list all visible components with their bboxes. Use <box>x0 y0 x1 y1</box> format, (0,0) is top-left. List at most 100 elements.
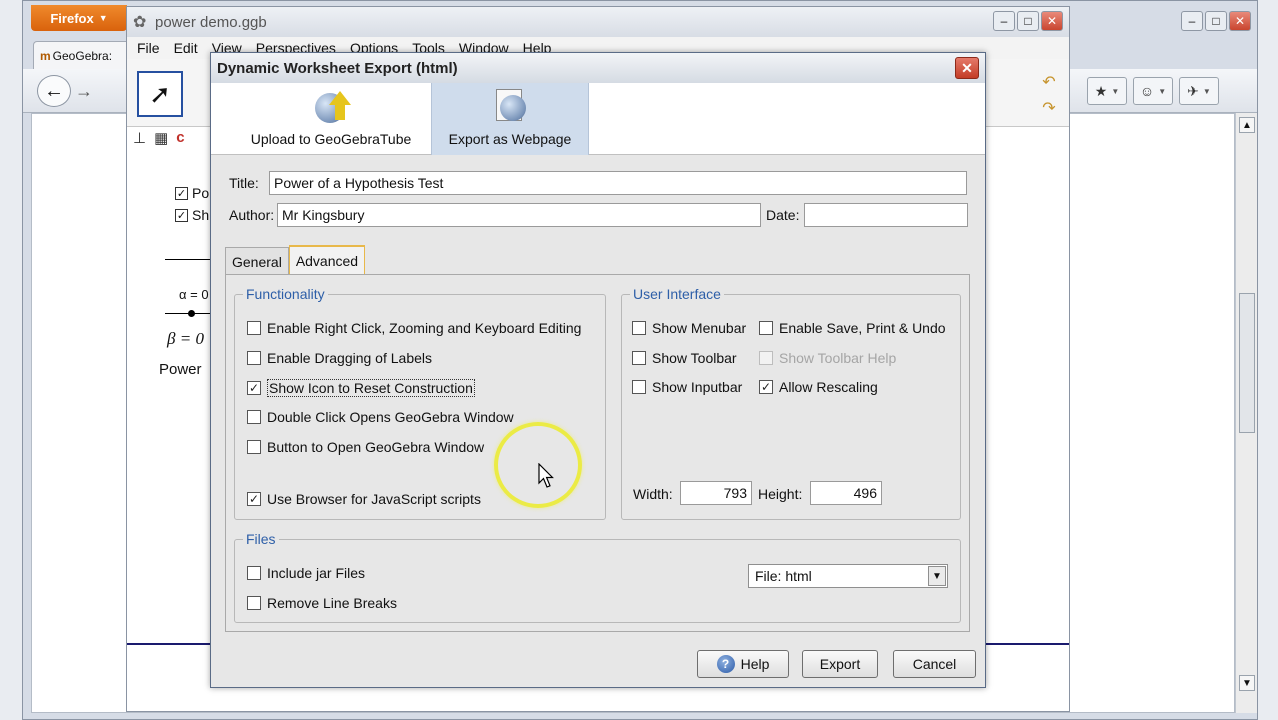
scroll-up-icon[interactable]: ▲ <box>1239 117 1255 133</box>
back-arrow-icon[interactable]: ← <box>37 75 71 107</box>
checkbox-box <box>247 410 261 424</box>
firefox-window-controls: – □ ✕ <box>1181 11 1251 31</box>
maximize-icon[interactable]: □ <box>1017 11 1039 31</box>
menu-file[interactable]: File <box>137 40 160 56</box>
show-reset-icon-checkbox[interactable]: ✓ Show Icon to Reset Construction <box>247 379 475 397</box>
bookmark-star-icon[interactable]: ★ ▼ <box>1087 77 1127 105</box>
alpha-slider-handle[interactable] <box>188 310 195 317</box>
user-interface-group: User Interface Show Menubar Enable Save,… <box>621 286 961 520</box>
dialog-ribbon: Upload to GeoGebraTube Export as Webpage <box>211 83 985 155</box>
dialog-close-icon[interactable]: ✕ <box>955 57 979 79</box>
scroll-down-icon[interactable]: ▼ <box>1239 675 1255 691</box>
show-toolbar-label: Show Toolbar <box>652 350 737 366</box>
minimize-icon[interactable]: – <box>1181 11 1203 31</box>
addon-icon[interactable]: ☺ ▼ <box>1133 77 1173 105</box>
graphics-checkbox-2[interactable]: ✓ Sh <box>175 207 209 223</box>
advanced-tab-panel: Functionality Enable Right Click, Zoomin… <box>225 274 970 632</box>
graphics-checkbox-1[interactable]: ✓ Po <box>175 185 209 201</box>
show-toolbar-help-checkbox: Show Toolbar Help <box>759 350 896 366</box>
remove-line-breaks-label: Remove Line Breaks <box>267 595 397 611</box>
undo-icon[interactable]: ↶ <box>1037 71 1061 93</box>
cancel-button-label: Cancel <box>912 656 957 672</box>
alpha-text: α = 0 <box>179 287 209 302</box>
check-icon: ✓ <box>175 186 188 200</box>
enable-dragging-labels-label: Enable Dragging of Labels <box>267 350 433 366</box>
include-jar-checkbox[interactable]: Include jar Files <box>247 565 365 581</box>
browser-tab[interactable]: m GeoGebra: <box>33 41 137 69</box>
button-open-window-label: Button to Open GeoGebra Window <box>267 439 485 455</box>
close-icon[interactable]: ✕ <box>1041 11 1063 31</box>
browser-tab-label: GeoGebra: <box>52 48 113 63</box>
author-label: Author: <box>229 207 275 223</box>
webpage-globe-icon <box>490 89 530 125</box>
cancel-button[interactable]: Cancel <box>893 650 976 678</box>
geogebra-tab-icon: m <box>40 48 51 63</box>
allow-rescaling-label: Allow Rescaling <box>779 379 878 395</box>
enable-dragging-labels-checkbox[interactable]: Enable Dragging of Labels <box>247 350 432 366</box>
upload-geogebratube-label: Upload to GeoGebraTube <box>250 131 412 147</box>
title-field[interactable]: Power of a Hypothesis Test <box>269 171 967 195</box>
close-icon[interactable]: ✕ <box>1229 11 1251 31</box>
power-text: Power <box>159 361 202 378</box>
file-type-value: File: html <box>755 568 812 584</box>
checkbox-box <box>759 351 773 365</box>
files-title: Files <box>243 531 279 547</box>
show-menubar-label: Show Menubar <box>652 320 747 336</box>
tab-advanced[interactable]: Advanced <box>288 245 366 275</box>
move-tool-icon[interactable]: ➚ <box>137 71 183 117</box>
maximize-icon[interactable]: □ <box>1205 11 1227 31</box>
graphics-checkbox-1-label: Po <box>192 185 210 201</box>
upload-geogebratube-button[interactable]: Upload to GeoGebraTube <box>231 83 431 155</box>
tab-general[interactable]: General <box>225 247 289 275</box>
forward-arrow-icon[interactable]: → <box>75 81 93 102</box>
width-field[interactable]: 793 <box>680 481 752 505</box>
checkbox-box <box>247 566 261 580</box>
redo-icon[interactable]: ↷ <box>1037 97 1061 119</box>
checkbox-box <box>247 440 261 454</box>
dialog-title-bar: Dynamic Worksheet Export (html) <box>211 53 985 83</box>
show-inputbar-checkbox[interactable]: Show Inputbar <box>632 379 742 395</box>
author-field[interactable]: Mr Kingsbury <box>277 203 761 227</box>
checkbox-box <box>632 351 646 365</box>
check-icon: ✓ <box>759 380 773 394</box>
geogebra-style-bar: ⊥ ▦ c <box>133 129 185 147</box>
grid-icon[interactable]: ▦ <box>154 129 168 147</box>
remove-line-breaks-checkbox[interactable]: Remove Line Breaks <box>247 595 397 611</box>
show-reset-icon-label: Show Icon to Reset Construction <box>267 379 475 397</box>
button-open-window-checkbox[interactable]: Button to Open GeoGebra Window <box>247 439 484 455</box>
export-webpage-button[interactable]: Export as Webpage <box>431 83 589 155</box>
double-click-opens-checkbox[interactable]: Double Click Opens GeoGebra Window <box>247 409 514 425</box>
enable-save-print-undo-checkbox[interactable]: Enable Save, Print & Undo <box>759 320 946 336</box>
functionality-title: Functionality <box>243 286 328 302</box>
dialog-tabs: General Advanced <box>225 245 366 275</box>
checkbox-box <box>759 321 773 335</box>
graphics-checkbox-2-label: Sh <box>192 207 210 223</box>
scroll-thumb[interactable] <box>1239 293 1255 433</box>
tools-icon[interactable]: ✈ ▼ <box>1179 77 1219 105</box>
export-button[interactable]: Export <box>802 650 878 678</box>
help-button[interactable]: ? Help <box>697 650 789 678</box>
geogebra-title-bar: ✿ power demo.ggb <box>127 7 1069 37</box>
use-browser-js-label: Use Browser for JavaScript scripts <box>267 491 481 507</box>
date-label: Date: <box>766 207 800 223</box>
height-field[interactable]: 496 <box>810 481 882 505</box>
color-icon[interactable]: c <box>176 129 184 147</box>
allow-rescaling-checkbox[interactable]: ✓ Allow Rescaling <box>759 379 878 395</box>
firefox-menu-button[interactable]: Firefox ▼ <box>31 5 127 31</box>
show-toolbar-checkbox[interactable]: Show Toolbar <box>632 350 737 366</box>
menu-edit[interactable]: Edit <box>174 40 198 56</box>
date-field[interactable] <box>804 203 968 227</box>
enable-save-print-undo-label: Enable Save, Print & Undo <box>779 320 946 336</box>
axes-icon[interactable]: ⊥ <box>133 129 146 147</box>
use-browser-js-checkbox[interactable]: ✓ Use Browser for JavaScript scripts <box>247 491 481 507</box>
minimize-icon[interactable]: – <box>993 11 1015 31</box>
page-scrollbar[interactable]: ▲ ▼ <box>1235 113 1257 713</box>
export-button-label: Export <box>819 656 861 672</box>
checkbox-box <box>632 380 646 394</box>
title-label: Title: <box>229 175 259 191</box>
checkbox-box <box>632 321 646 335</box>
enable-right-click-checkbox[interactable]: Enable Right Click, Zooming and Keyboard… <box>247 320 581 336</box>
height-label: Height: <box>758 486 803 502</box>
file-type-select[interactable]: File: html ▼ <box>748 564 948 588</box>
show-menubar-checkbox[interactable]: Show Menubar <box>632 320 746 336</box>
